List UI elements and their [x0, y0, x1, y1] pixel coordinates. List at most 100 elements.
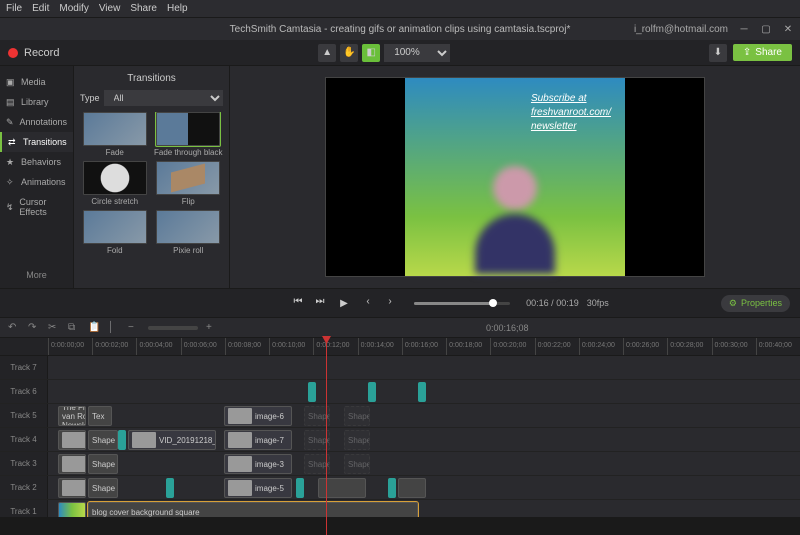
paste-icon[interactable]: 📋	[88, 322, 100, 334]
sidebar-item-behaviors[interactable]: ★Behaviors	[0, 152, 73, 172]
track-body[interactable]: Shape VID_20191218_09 image-7 Shape Shape	[48, 428, 800, 451]
clip[interactable]: VID_20191218_09	[128, 430, 216, 450]
copy-icon[interactable]: ⧉	[68, 322, 80, 334]
redo-icon[interactable]: ↷	[28, 322, 40, 334]
track-body[interactable]: The Fresh van Root NewsletterTex image-6 S…	[48, 404, 800, 427]
clip[interactable]: Shape	[304, 406, 330, 426]
type-select[interactable]: All	[104, 90, 223, 106]
clip[interactable]: Tex	[88, 406, 112, 426]
clip[interactable]	[296, 478, 304, 498]
sidebar-item-media[interactable]: ▣Media	[0, 72, 73, 92]
share-button[interactable]: ⇪ Share	[733, 44, 792, 61]
menu-share[interactable]: Share	[130, 3, 157, 14]
track-label[interactable]: Track 1	[0, 500, 48, 517]
clip[interactable]: Shape	[304, 430, 330, 450]
transition-pixie-roll[interactable]: Pixie roll	[154, 210, 224, 255]
sidebar-more[interactable]: More	[0, 262, 73, 288]
clip[interactable]	[166, 478, 174, 498]
clip[interactable]: image-7	[224, 430, 292, 450]
menu-file[interactable]: File	[6, 3, 22, 14]
clip[interactable]	[58, 478, 86, 498]
play-icon[interactable]: ▶	[334, 293, 354, 313]
preview-canvas[interactable]: Subscribe at freshvanroot.com/ newslette…	[230, 66, 800, 288]
track-label[interactable]: Track 6	[0, 380, 48, 403]
menu-modify[interactable]: Modify	[59, 3, 88, 14]
clip[interactable]: Shape	[344, 406, 370, 426]
clip[interactable]	[418, 382, 426, 402]
track-body[interactable]: Shape image-5	[48, 476, 800, 499]
clip[interactable]: The Fresh van Root Newsletter	[58, 406, 86, 426]
track-label[interactable]: Track 7	[0, 356, 48, 379]
next-frame-icon[interactable]: ⏭	[312, 293, 328, 309]
record-button[interactable]: Record	[8, 47, 59, 59]
zoom-in-icon[interactable]: +	[206, 322, 218, 334]
clip[interactable]	[118, 430, 126, 450]
transition-flip[interactable]: Flip	[154, 161, 224, 206]
clip[interactable]	[318, 478, 366, 498]
timeline-ruler[interactable]: 0:00:00;000:00:02;000:00:04;000:00:06;00…	[0, 338, 800, 356]
clip[interactable]	[368, 382, 376, 402]
clip[interactable]	[58, 430, 86, 450]
clip[interactable]	[388, 478, 396, 498]
transition-fade-through-black[interactable]: Fade through black	[154, 112, 224, 157]
split-icon[interactable]: │	[108, 322, 120, 334]
menu-view[interactable]: View	[99, 3, 121, 14]
track-row: Track 5 The Fresh van Root NewsletterTex i…	[0, 404, 800, 428]
clip[interactable]: image-6	[224, 406, 292, 426]
zoom-select[interactable]: 100%	[384, 44, 450, 62]
ruler-tick: 0:00:20;00	[490, 338, 534, 355]
hand-tool-icon[interactable]: ✋	[340, 44, 358, 62]
transition-circle-stretch[interactable]: Circle stretch	[80, 161, 150, 206]
account-label[interactable]: i_rolfm@hotmail.com	[634, 24, 728, 35]
transition-fade[interactable]: Fade	[80, 112, 150, 157]
minimize-icon[interactable]: ─	[738, 23, 750, 35]
transition-thumb	[83, 112, 147, 146]
track-body[interactable]: blog cover background square	[48, 500, 800, 517]
properties-button[interactable]: ⚙ Properties	[721, 295, 790, 312]
track-body[interactable]: Shape image-3 Shape Shape	[48, 452, 800, 475]
track-body[interactable]	[48, 380, 800, 403]
track-label[interactable]: Track 4	[0, 428, 48, 451]
scrubber-knob[interactable]	[489, 299, 497, 307]
clip[interactable]	[58, 502, 86, 517]
clip-thumb	[228, 480, 252, 496]
crop-tool-icon[interactable]: ◧	[362, 44, 380, 62]
sidebar-item-animations[interactable]: ✧Animations	[0, 172, 73, 192]
prev-frame-icon[interactable]: ⏮	[290, 293, 306, 309]
sidebar-item-cursor-effects[interactable]: ↯Cursor Effects	[0, 192, 73, 222]
clip[interactable]	[58, 454, 86, 474]
zoom-out-icon[interactable]: −	[128, 322, 140, 334]
clip[interactable]: Shape	[344, 454, 370, 474]
download-icon[interactable]: ⬇	[709, 44, 727, 62]
clip[interactable]	[308, 382, 316, 402]
clip[interactable]: image-3	[224, 454, 292, 474]
track-body[interactable]	[48, 356, 800, 379]
track-row: Track 7	[0, 356, 800, 380]
clip[interactable]: Shape	[344, 430, 370, 450]
step-fwd-icon[interactable]: ›	[382, 293, 398, 309]
menu-help[interactable]: Help	[167, 3, 188, 14]
clip[interactable]: blog cover background square	[88, 502, 418, 517]
scrubber[interactable]	[414, 302, 510, 305]
track-label[interactable]: Track 5	[0, 404, 48, 427]
close-icon[interactable]: ✕	[782, 23, 794, 35]
clip[interactable]: Shape	[88, 430, 118, 450]
zoom-slider[interactable]	[148, 326, 198, 330]
step-back-icon[interactable]: ‹	[360, 293, 376, 309]
clip[interactable]: Shape	[304, 454, 330, 474]
sidebar-item-annotations[interactable]: ✎Annotations	[0, 112, 73, 132]
clip[interactable]	[398, 478, 426, 498]
cut-icon[interactable]: ✂	[48, 322, 60, 334]
clip[interactable]: image-5	[224, 478, 292, 498]
track-label[interactable]: Track 2	[0, 476, 48, 499]
clip[interactable]: Shape	[88, 478, 118, 498]
menu-edit[interactable]: Edit	[32, 3, 49, 14]
transition-fold[interactable]: Fold	[80, 210, 150, 255]
sidebar-item-library[interactable]: ▤Library	[0, 92, 73, 112]
sidebar-item-transitions[interactable]: ⇄Transitions	[0, 132, 73, 152]
undo-icon[interactable]: ↶	[8, 322, 20, 334]
track-label[interactable]: Track 3	[0, 452, 48, 475]
clip[interactable]: Shape	[88, 454, 118, 474]
pointer-tool-icon[interactable]: ▲	[318, 44, 336, 62]
maximize-icon[interactable]: ▢	[760, 23, 772, 35]
